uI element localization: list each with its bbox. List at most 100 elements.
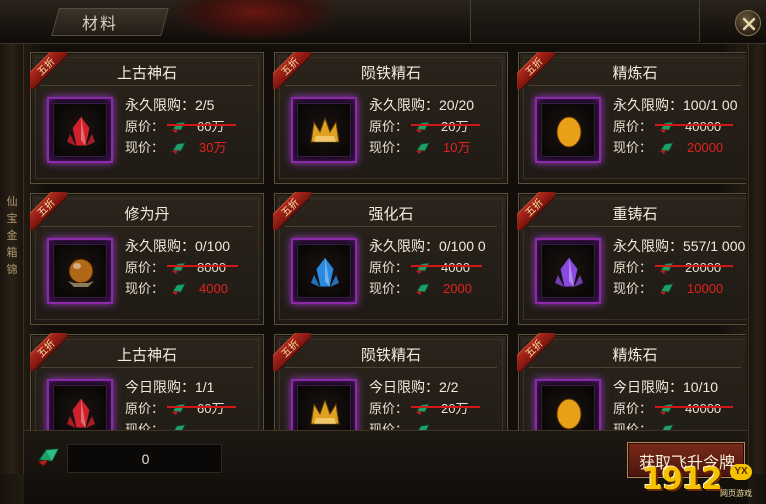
item-card[interactable]: 五折 陨铁精石 永久限购：20/20 原价： 20万 现价： 10万 [273, 52, 508, 184]
original-price-row: 原价： 40000 [613, 116, 746, 137]
jade-currency-icon [660, 283, 674, 295]
strikethrough [655, 265, 734, 267]
original-price-value: 40000 [685, 119, 722, 134]
current-price: 4000 [199, 281, 228, 296]
blue-crystal-icon [311, 256, 339, 288]
item-name: 上古神石 [116, 65, 177, 82]
original-price: 4000 [411, 257, 482, 278]
original-price-value: 40000 [685, 401, 722, 416]
logo-subtitle: 网页游戏 [720, 489, 752, 498]
slot-inner [297, 103, 351, 157]
current-price-row: 现价： 4000 [125, 278, 259, 299]
item-card[interactable]: 五折 重铸石 永久限购：557/1 000 原价： 20000 现价： 1000… [517, 192, 746, 325]
item-slot[interactable] [291, 379, 357, 432]
strikethrough [167, 124, 237, 126]
original-price-row: 原价： 40000 [613, 398, 746, 419]
top-panel-ornament [470, 0, 700, 42]
item-card[interactable]: 五折 修为丹 永久限购：0/100 原价： 8000 现价： 4000 [30, 192, 264, 325]
item-info: 今日限购：1/1 原价： 60万 现价： [125, 377, 259, 432]
slot-inner [53, 385, 107, 432]
item-card[interactable]: 五折 强化石 永久限购：0/100 0 原价： 4000 现价： 2000 [273, 192, 508, 325]
item-name: 精炼石 [612, 347, 658, 364]
strikethrough [167, 406, 237, 408]
original-price-value: 4000 [441, 260, 470, 275]
original-price-value: 8000 [197, 260, 226, 275]
original-price-label: 原价： [613, 119, 653, 134]
item-card[interactable]: 五折 陨铁精石 今日限购：2/2 原价： 20万 现价： [273, 333, 508, 432]
bronze-orb-icon [68, 258, 94, 287]
current-price-row: 现价： 30万 [125, 137, 259, 158]
item-name: 陨铁精石 [360, 347, 421, 364]
current-price: 10万 [443, 140, 471, 155]
item-info: 今日限购：2/2 原价： 20万 现价： [369, 377, 503, 432]
original-price: 40000 [655, 398, 734, 419]
strikethrough [167, 265, 238, 267]
item-slot[interactable] [291, 97, 357, 163]
right-rail [748, 44, 766, 474]
original-price-label: 原价： [125, 401, 165, 416]
purchase-limit: 永久限购：557/1 000 [613, 238, 746, 254]
original-price-label: 原价： [613, 401, 653, 416]
gold-moon-stone-icon [556, 116, 582, 148]
strikethrough [411, 406, 481, 408]
strikethrough [655, 124, 734, 126]
slot-inner [297, 244, 351, 298]
original-price: 20000 [655, 257, 734, 278]
balance-value: 0 [141, 451, 150, 467]
divider [41, 226, 253, 227]
original-price-label: 原价： [369, 401, 409, 416]
item-slot[interactable] [535, 238, 601, 304]
item-card[interactable]: 五折 上古神石 今日限购：1/1 原价： 60万 现价： [30, 333, 264, 432]
strikethrough [411, 124, 481, 126]
logo-badge: YX [730, 464, 752, 480]
item-card[interactable]: 五折 精炼石 今日限购：10/10 原价： 40000 现价： [517, 333, 746, 432]
gold-crown-ore-icon [310, 116, 340, 143]
top-ornament [175, 0, 335, 40]
original-price-row: 原价： 60万 [125, 398, 259, 419]
slot-inner [297, 385, 351, 432]
gold-moon-stone-icon [556, 398, 582, 430]
jade-currency-icon [416, 142, 430, 154]
strikethrough [411, 265, 482, 267]
jade-currency-icon [416, 283, 430, 295]
item-slot[interactable] [47, 238, 113, 304]
item-slot[interactable] [291, 238, 357, 304]
divider [285, 226, 497, 227]
item-card[interactable]: 五折 上古神石 永久限购：2/5 原价： 60万 现价： 30万 [30, 52, 264, 184]
purchase-limit: 今日限购：10/10 [613, 379, 719, 395]
item-info: 永久限购：2/5 原价： 60万 现价： 30万 [125, 95, 259, 158]
close-button[interactable] [735, 10, 761, 36]
slot-inner [541, 244, 595, 298]
original-price-row: 原价： 8000 [125, 257, 259, 278]
item-slot[interactable] [535, 97, 601, 163]
purchase-limit: 永久限购：20/20 [369, 97, 475, 113]
original-price-label: 原价： [369, 260, 409, 275]
strikethrough [655, 406, 734, 408]
item-card[interactable]: 五折 精炼石 永久限购：100/1 00 原价： 40000 现价： 20000 [517, 52, 746, 184]
current-price-label: 现价： [369, 140, 409, 155]
balance-field: 0 [67, 444, 222, 473]
gold-crown-ore-icon [310, 398, 340, 425]
divider [529, 85, 741, 86]
current-price-row: 现价： 2000 [369, 278, 503, 299]
divider [529, 226, 741, 227]
original-price-value: 20万 [441, 119, 469, 134]
divider [41, 367, 253, 368]
red-crystal-icon [67, 397, 95, 429]
item-slot[interactable] [47, 379, 113, 432]
original-price: 60万 [167, 116, 237, 137]
original-price-row: 原价： 20万 [369, 398, 503, 419]
side-text: 仙 宝 金 箱 锦 [6, 196, 18, 276]
purchase-limit: 永久限购：0/100 [125, 238, 231, 254]
original-price-row: 原价： 60万 [125, 116, 259, 137]
original-price-label: 原价： [369, 119, 409, 134]
current-price-label: 现价： [613, 281, 653, 296]
item-name: 修为丹 [124, 206, 170, 223]
left-rail: 仙 宝 金 箱 锦 [0, 44, 24, 474]
current-price-row: 现价： 10万 [369, 137, 503, 158]
original-price: 20万 [411, 116, 481, 137]
original-price-value: 60万 [197, 119, 225, 134]
item-slot[interactable] [47, 97, 113, 163]
item-slot[interactable] [535, 379, 601, 432]
purchase-limit: 永久限购：0/100 0 [369, 238, 486, 254]
